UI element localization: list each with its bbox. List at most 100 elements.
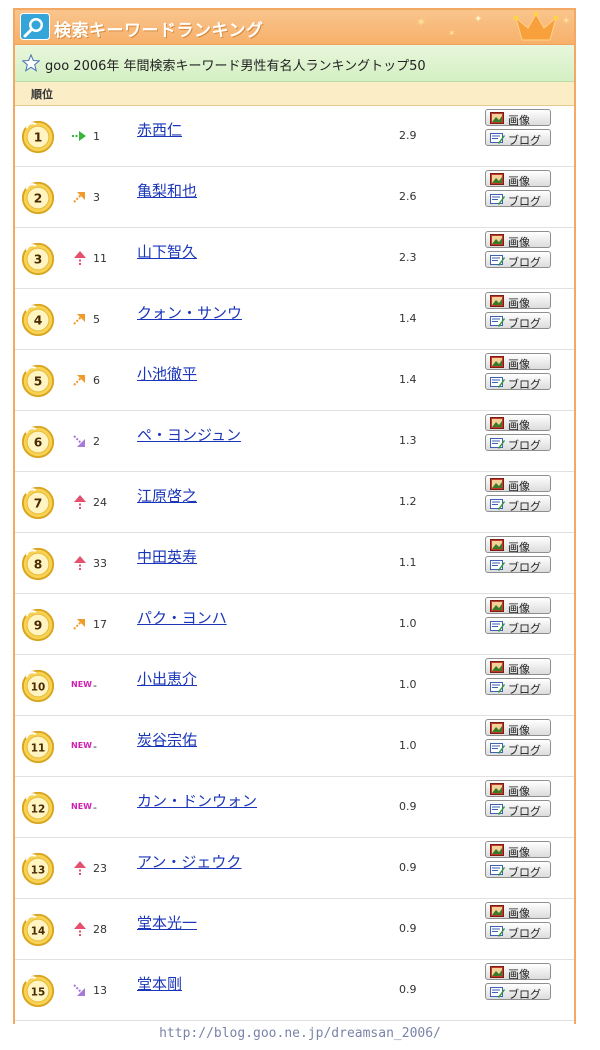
image-search-button[interactable]: 画像: [485, 292, 551, 310]
celebrity-name-link[interactable]: クォン・サンウ: [137, 302, 242, 323]
previous-rank: 11: [93, 252, 107, 265]
image-icon: [490, 356, 504, 368]
ranking-row: 15 13 堂本剛 0.9 画像 ブログ: [15, 960, 574, 1021]
rank-number: 11: [31, 743, 45, 755]
blog-search-button[interactable]: ブログ: [485, 373, 551, 391]
trend-up-big-icon: [74, 861, 86, 875]
blog-search-button[interactable]: ブログ: [485, 556, 551, 574]
image-button-label: 画像: [508, 968, 530, 981]
rank-number: 14: [31, 926, 45, 938]
image-search-button[interactable]: 画像: [485, 353, 551, 371]
subheader: goo 2006年 年間検索キーワード男性有名人ランキングトップ50: [15, 45, 574, 82]
image-search-button[interactable]: 画像: [485, 719, 551, 737]
image-button-label: 画像: [508, 846, 530, 859]
image-icon: [490, 905, 504, 917]
blog-search-button[interactable]: ブログ: [485, 434, 551, 452]
blog-search-button[interactable]: ブログ: [485, 983, 551, 1001]
blog-search-button[interactable]: ブログ: [485, 617, 551, 635]
blog-search-button[interactable]: ブログ: [485, 129, 551, 147]
celebrity-name-link[interactable]: 山下智久: [137, 241, 197, 262]
image-search-button[interactable]: 画像: [485, 536, 551, 554]
blog-search-button[interactable]: ブログ: [485, 495, 551, 513]
image-search-button[interactable]: 画像: [485, 780, 551, 798]
blog-button-label: ブログ: [508, 744, 541, 757]
rank-number: 3: [34, 253, 43, 267]
blog-button-label: ブログ: [508, 988, 541, 1001]
blog-search-button[interactable]: ブログ: [485, 739, 551, 757]
image-search-button[interactable]: 画像: [485, 231, 551, 249]
blog-icon: [490, 682, 505, 693]
rank-medal-icon: 3: [21, 242, 55, 276]
search-score: 1.4: [399, 373, 417, 386]
blog-icon: [490, 255, 505, 266]
blog-search-button[interactable]: ブログ: [485, 922, 551, 940]
column-header: 順位: [15, 82, 574, 106]
rank-medal-icon: 1: [21, 120, 55, 154]
celebrity-name-link[interactable]: 赤西仁: [137, 119, 182, 140]
trend-up-icon: [73, 619, 85, 630]
rank-number: 1: [34, 131, 43, 145]
celebrity-name-link[interactable]: パク・ヨンハ: [137, 607, 227, 628]
rank-medal-icon: 9: [21, 608, 55, 642]
celebrity-name-link[interactable]: 小池徹平: [137, 363, 197, 384]
celebrity-name-link[interactable]: カン・ドンウォン: [137, 790, 257, 811]
blog-button-label: ブログ: [508, 805, 541, 818]
ranking-row: 10 NEW - 小出恵介 1.0 画像 ブログ: [15, 655, 574, 716]
blog-icon: [490, 560, 505, 571]
image-search-button[interactable]: 画像: [485, 658, 551, 676]
blog-icon: [490, 194, 505, 205]
blog-button-label: ブログ: [508, 317, 541, 330]
blog-icon: [490, 499, 505, 510]
previous-rank: 33: [93, 557, 107, 570]
blog-search-button[interactable]: ブログ: [485, 678, 551, 696]
previous-rank: 28: [93, 923, 107, 936]
image-icon: [490, 417, 504, 429]
image-button-label: 画像: [508, 114, 530, 127]
image-search-button[interactable]: 画像: [485, 475, 551, 493]
image-search-button[interactable]: 画像: [485, 597, 551, 615]
blog-search-button[interactable]: ブログ: [485, 861, 551, 879]
blog-search-button[interactable]: ブログ: [485, 312, 551, 330]
blog-search-button[interactable]: ブログ: [485, 190, 551, 208]
celebrity-name-link[interactable]: 江原啓之: [137, 485, 197, 506]
ranking-row: 1 1 赤西仁 2.9 画像 ブログ: [15, 106, 574, 167]
ranking-row: 14 28 堂本光一 0.9 画像 ブログ: [15, 899, 574, 960]
celebrity-name-link[interactable]: アン・ジェウク: [137, 851, 241, 872]
previous-rank: 23: [93, 862, 107, 875]
new-badge-icon: NEW: [71, 741, 92, 750]
image-icon: [490, 661, 504, 673]
blog-search-button[interactable]: ブログ: [485, 251, 551, 269]
blog-icon: [490, 316, 505, 327]
trend-up-big-icon: [74, 922, 86, 936]
image-search-button[interactable]: 画像: [485, 414, 551, 432]
image-search-button[interactable]: 画像: [485, 963, 551, 981]
image-search-button[interactable]: 画像: [485, 109, 551, 127]
celebrity-name-link[interactable]: 中田英寿: [137, 546, 197, 567]
previous-rank: 3: [93, 191, 100, 204]
celebrity-name-link[interactable]: ペ・ヨンジュン: [137, 424, 241, 445]
ranking-row: 9 17 パク・ヨンハ 1.0 画像 ブログ: [15, 594, 574, 655]
panel-header: 検索キーワードランキング ✶ ✶ ✦ ✶: [15, 10, 574, 45]
previous-rank: -: [93, 740, 97, 753]
celebrity-name-link[interactable]: 小出恵介: [137, 668, 197, 689]
ranking-row: 13 23 アン・ジェウク 0.9 画像 ブログ: [15, 838, 574, 899]
blog-search-button[interactable]: ブログ: [485, 800, 551, 818]
image-button-label: 画像: [508, 907, 530, 920]
celebrity-name-link[interactable]: 堂本光一: [137, 912, 197, 933]
blog-button-label: ブログ: [508, 256, 541, 269]
blog-button-label: ブログ: [508, 378, 541, 391]
trend-down-icon: [73, 435, 85, 447]
trend-up-icon: [73, 192, 85, 203]
image-icon: [490, 600, 504, 612]
blog-icon: [490, 133, 505, 144]
celebrity-name-link[interactable]: 堂本剛: [137, 973, 182, 994]
image-search-button[interactable]: 画像: [485, 170, 551, 188]
image-search-button[interactable]: 画像: [485, 902, 551, 920]
image-search-button[interactable]: 画像: [485, 841, 551, 859]
star-icon: [22, 54, 40, 72]
ranking-row: 6 2 ペ・ヨンジュン 1.3 画像 ブログ: [15, 411, 574, 472]
image-button-label: 画像: [508, 541, 530, 554]
blog-button-label: ブログ: [508, 561, 541, 574]
celebrity-name-link[interactable]: 亀梨和也: [137, 180, 197, 201]
celebrity-name-link[interactable]: 炭谷宗佑: [137, 729, 197, 750]
